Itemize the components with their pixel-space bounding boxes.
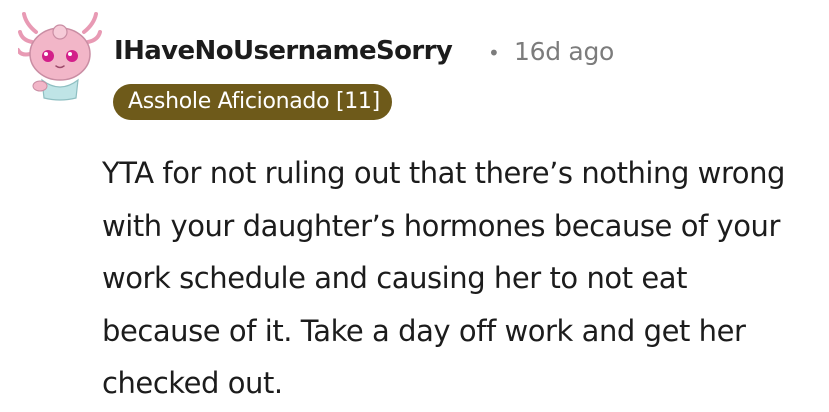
comment: IHaveNoUsernameSorry • 16d ago Asshole A…: [0, 0, 829, 412]
axolotl-avatar-icon: [16, 12, 102, 101]
comment-timestamp[interactable]: 16d ago: [514, 34, 614, 70]
avatar[interactable]: [16, 10, 104, 102]
comment-body: YTA for not ruling out that there’s noth…: [102, 156, 785, 400]
meta-separator: •: [488, 41, 500, 65]
user-flair-badge: Asshole Aficionado [11]: [113, 84, 392, 120]
author-username[interactable]: IHaveNoUsernameSorry: [114, 33, 453, 69]
